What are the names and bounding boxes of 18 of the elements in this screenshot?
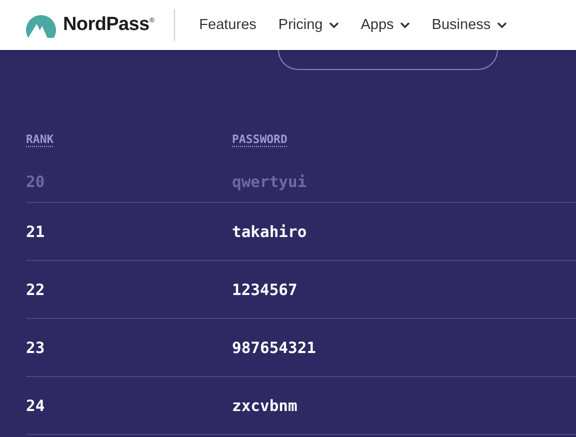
password-cell-text: qwertyui	[232, 173, 308, 191]
rank-cell-text: 22	[26, 280, 46, 298]
nav-link[interactable]: Apps	[360, 17, 410, 33]
rank-cell-text: 20	[26, 173, 46, 191]
nav-link[interactable]: Business	[432, 17, 507, 33]
nav-link[interactable]: Features	[199, 17, 256, 33]
password-cell-text: 987654321	[232, 338, 317, 356]
column-header: RANK	[26, 132, 54, 146]
password-cell-text: zxcvbnm	[232, 396, 298, 414]
rank-cell-text: 23	[26, 338, 46, 356]
password-cell-text: takahiro	[232, 222, 308, 240]
rank-cell-text: 21	[26, 222, 46, 240]
password-cell-text: 1234567	[232, 280, 298, 298]
nav-link[interactable]: Pricing	[278, 17, 339, 33]
rank-cell-text: 24	[26, 396, 46, 414]
outline-button[interactable]	[278, 50, 498, 70]
brand-name[interactable]: NordPass$^{®}$	[63, 14, 154, 36]
column-header: PASSWORD	[232, 132, 288, 146]
